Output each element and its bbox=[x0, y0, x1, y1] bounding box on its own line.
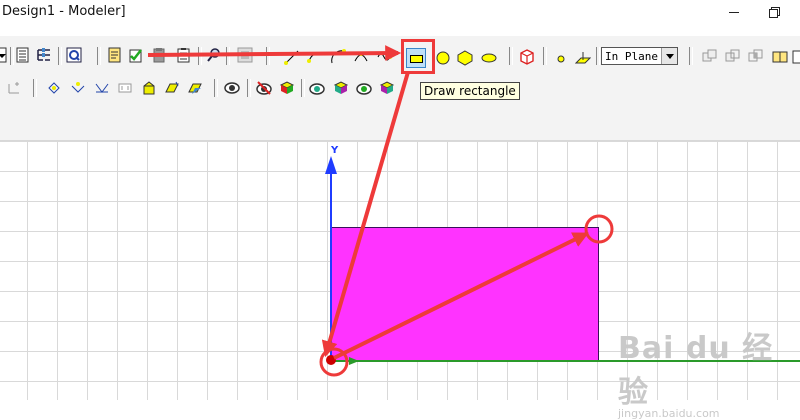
arc-icon[interactable] bbox=[330, 49, 346, 65]
separator bbox=[58, 47, 62, 65]
offset-icon[interactable] bbox=[187, 80, 203, 96]
separator bbox=[226, 47, 230, 65]
separator bbox=[10, 47, 14, 65]
y-axis-label: Y bbox=[331, 145, 339, 156]
move-icon[interactable] bbox=[46, 80, 62, 96]
plane-icon[interactable] bbox=[575, 50, 591, 66]
separator bbox=[509, 47, 513, 65]
doc-check-icon[interactable] bbox=[107, 47, 123, 63]
separator bbox=[247, 79, 251, 97]
separator bbox=[214, 79, 218, 97]
spline-icon[interactable] bbox=[307, 49, 323, 65]
drawn-rectangle[interactable] bbox=[331, 227, 599, 361]
minimize-icon bbox=[729, 11, 739, 13]
chevron-down-icon[interactable] bbox=[661, 48, 677, 64]
view-icon[interactable] bbox=[224, 80, 240, 96]
regular-polygon-icon[interactable] bbox=[457, 50, 473, 66]
subtract-icon[interactable] bbox=[725, 49, 741, 65]
find-icon[interactable] bbox=[206, 47, 222, 63]
watermark-url: jingyan.baidu.com bbox=[618, 407, 720, 420]
intersect-icon[interactable] bbox=[748, 49, 764, 65]
doc-check2-icon[interactable] bbox=[128, 47, 144, 63]
rotate-icon[interactable] bbox=[70, 80, 86, 96]
thicken-icon[interactable] bbox=[164, 80, 180, 96]
plane-mode-select[interactable]: In Plane bbox=[601, 47, 678, 65]
separator bbox=[301, 79, 305, 97]
sheet-icon[interactable] bbox=[792, 49, 800, 65]
window-title: Design1 - Modeler] bbox=[2, 4, 126, 19]
separator bbox=[689, 47, 693, 65]
list-icon[interactable] bbox=[15, 47, 31, 63]
draw-rectangle-tooltip: Draw rectangle bbox=[420, 82, 520, 100]
separator bbox=[33, 79, 37, 97]
line-icon[interactable] bbox=[284, 49, 300, 65]
show-icon[interactable] bbox=[279, 80, 295, 96]
watermark: Bai du 经验 jingyan.baidu.com bbox=[618, 323, 800, 420]
clipboard-icon[interactable] bbox=[151, 47, 167, 63]
separator bbox=[266, 47, 270, 65]
separator bbox=[198, 47, 202, 65]
highlight-box bbox=[401, 39, 435, 74]
scale-icon[interactable] bbox=[117, 80, 133, 96]
shade-icon[interactable] bbox=[356, 80, 372, 96]
ellipse-icon[interactable] bbox=[481, 50, 497, 66]
restore-icon bbox=[769, 7, 780, 18]
watermark-logo: Bai du 经验 bbox=[618, 331, 774, 410]
circle-icon[interactable] bbox=[435, 50, 451, 66]
combo-arrow-icon[interactable] bbox=[0, 47, 10, 63]
y-axis bbox=[330, 162, 332, 361]
coordinate-icon[interactable] bbox=[6, 80, 22, 96]
plane-mode-value: In Plane bbox=[605, 50, 658, 63]
origin-point[interactable] bbox=[326, 355, 336, 365]
report-icon[interactable] bbox=[66, 47, 82, 63]
union-icon[interactable] bbox=[702, 49, 718, 65]
minimize-button[interactable] bbox=[712, 0, 756, 24]
sweep-icon[interactable] bbox=[141, 80, 157, 96]
copy-icon[interactable] bbox=[237, 47, 253, 63]
arc3pt-icon[interactable] bbox=[353, 49, 369, 65]
separator bbox=[97, 47, 101, 65]
separator bbox=[543, 47, 547, 65]
split-icon[interactable] bbox=[772, 49, 788, 65]
render-icon[interactable] bbox=[333, 80, 349, 96]
tree-icon[interactable] bbox=[36, 47, 52, 63]
mirror-icon[interactable] bbox=[94, 80, 110, 96]
transparency-icon[interactable] bbox=[379, 80, 395, 96]
x-axis-arrowhead bbox=[349, 357, 359, 365]
title-bar: Design1 - Modeler] bbox=[0, 0, 800, 26]
paste-icon[interactable] bbox=[176, 47, 192, 63]
restore-button[interactable] bbox=[752, 0, 796, 24]
box-icon[interactable] bbox=[519, 49, 535, 65]
hide-icon[interactable] bbox=[256, 80, 272, 96]
separator bbox=[596, 47, 600, 65]
equation-icon[interactable] bbox=[376, 49, 392, 65]
y-axis-arrowhead bbox=[325, 156, 337, 174]
display-icon[interactable] bbox=[309, 80, 325, 96]
point-icon[interactable] bbox=[553, 51, 569, 67]
